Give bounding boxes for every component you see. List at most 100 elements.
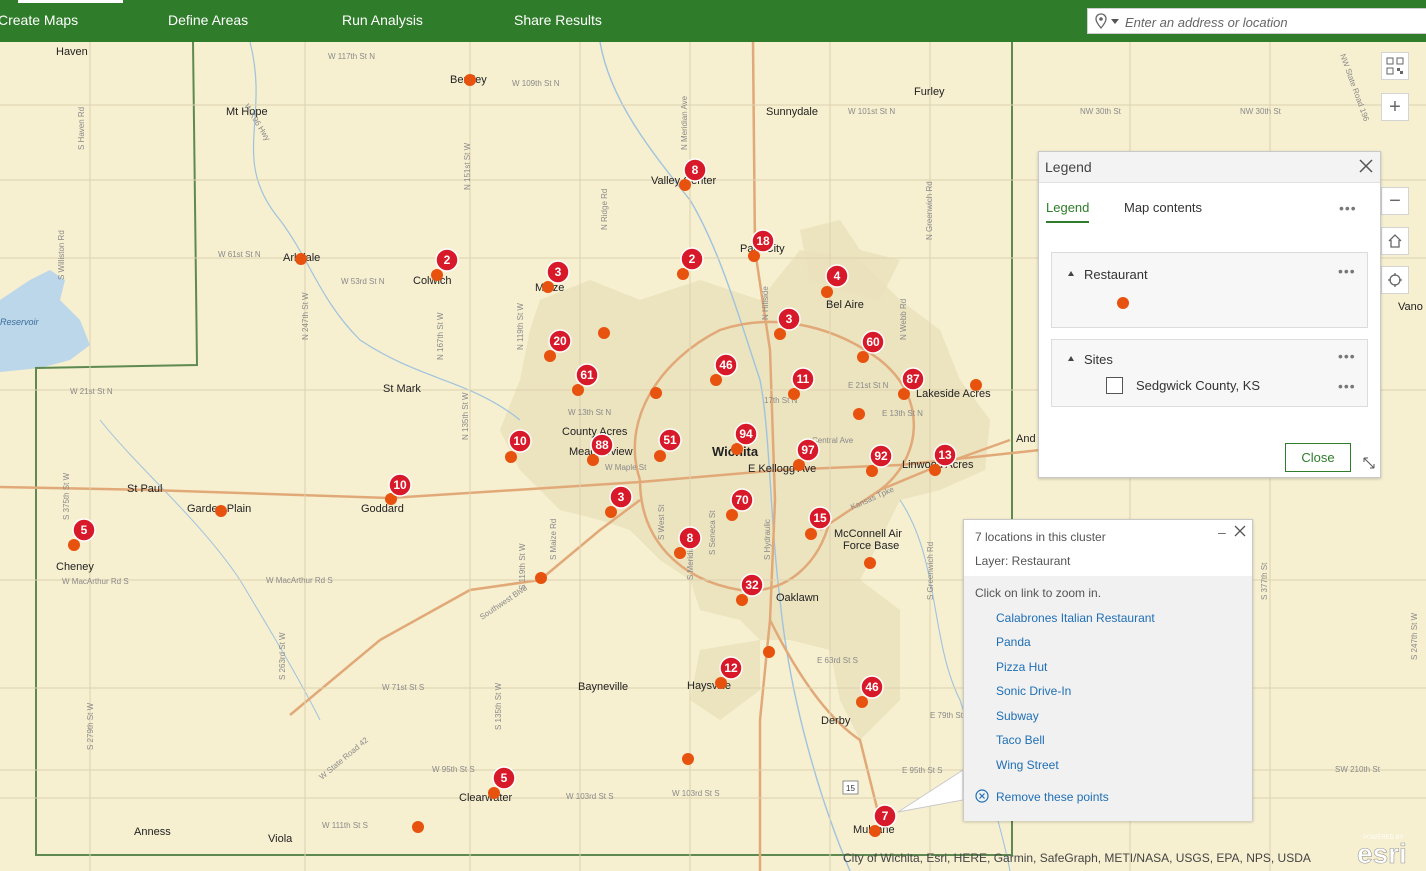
close-button[interactable]: Close <box>1285 443 1351 472</box>
tab-create-maps[interactable]: Create Maps <box>0 12 78 28</box>
restaurant-point[interactable] <box>864 557 876 569</box>
road-label: S Williston Rd <box>57 230 66 280</box>
restaurant-point[interactable] <box>731 443 743 455</box>
restaurant-link[interactable]: Taco Bell <box>996 733 1045 747</box>
close-icon[interactable] <box>1234 525 1246 537</box>
restaurant-point[interactable] <box>929 464 941 476</box>
place-label: Sunnydale <box>766 106 818 118</box>
tab-legend[interactable]: Legend <box>1046 200 1090 223</box>
restaurant-point[interactable] <box>654 450 666 462</box>
restaurant-point[interactable] <box>544 350 556 362</box>
restaurant-point[interactable] <box>535 572 547 584</box>
place-label: Anness <box>134 826 171 838</box>
road-label: W 71st St S <box>382 683 424 692</box>
restaurant-point[interactable] <box>677 268 689 280</box>
restaurant-point[interactable] <box>431 269 443 281</box>
cluster-count: 3 <box>786 312 793 326</box>
restaurant-point[interactable] <box>488 787 500 799</box>
more-options-icon[interactable]: ••• <box>1339 200 1357 216</box>
restaurant-point[interactable] <box>464 74 476 86</box>
restaurant-point[interactable] <box>726 509 738 521</box>
tab-map-contents[interactable]: Map contents <box>1124 200 1202 215</box>
road-label: N 167th St W <box>436 312 445 360</box>
tab-run-analysis[interactable]: Run Analysis <box>342 12 423 28</box>
restaurant-point[interactable] <box>869 825 881 837</box>
home-icon[interactable] <box>1381 227 1409 255</box>
restaurant-point[interactable] <box>805 528 817 540</box>
restaurant-point[interactable] <box>598 327 610 339</box>
restaurant-point[interactable] <box>788 388 800 400</box>
restaurant-link[interactable]: Calabrones Italian Restaurant <box>996 611 1155 625</box>
restaurant-point[interactable] <box>970 379 982 391</box>
road-label: W 101st St N <box>848 107 895 116</box>
restaurant-point[interactable] <box>853 408 865 420</box>
restaurant-point[interactable] <box>542 281 554 293</box>
restaurant-point[interactable] <box>793 459 805 471</box>
restaurant-point[interactable] <box>763 646 775 658</box>
restaurant-point[interactable] <box>748 250 760 262</box>
restaurant-point[interactable] <box>412 821 424 833</box>
collapse-triangle-icon[interactable] <box>1068 271 1074 276</box>
restaurant-point[interactable] <box>898 388 910 400</box>
restaurant-point[interactable] <box>587 454 599 466</box>
cluster-count: 32 <box>745 578 759 592</box>
close-icon[interactable] <box>1358 156 1374 176</box>
remove-points-link[interactable]: Remove these points <box>996 790 1109 804</box>
restaurant-link[interactable]: Subway <box>996 709 1039 723</box>
place-label: Force Base <box>843 540 899 552</box>
search-input[interactable] <box>1123 12 1426 32</box>
popup-layer: Layer: Restaurant <box>975 554 1071 568</box>
road-label: S 119th St W <box>518 543 527 590</box>
road-label: NW 30th St <box>1080 107 1122 116</box>
zoom-out-icon[interactable]: − <box>1381 187 1409 215</box>
restaurant-point[interactable] <box>856 696 868 708</box>
restaurant-point[interactable] <box>774 328 786 340</box>
restaurant-point[interactable] <box>674 547 686 559</box>
more-options-icon[interactable]: ••• <box>1338 263 1356 279</box>
zoom-in-icon[interactable]: + <box>1381 93 1409 121</box>
qr-grid-icon[interactable] <box>1381 52 1409 80</box>
restaurant-point[interactable] <box>821 286 833 298</box>
road-label: W MacArthur Rd S <box>62 577 129 586</box>
cluster-count: 87 <box>906 372 920 386</box>
restaurant-link[interactable]: Wing Street <box>996 758 1059 772</box>
restaurant-link[interactable]: Sonic Drive-In <box>996 684 1071 698</box>
cluster-count: 5 <box>501 771 508 785</box>
chevron-down-icon[interactable] <box>1111 19 1119 24</box>
locate-icon[interactable] <box>1381 266 1409 294</box>
restaurant-point[interactable] <box>866 465 878 477</box>
restaurant-point[interactable] <box>715 677 727 689</box>
cluster-count: 20 <box>553 334 567 348</box>
more-options-icon[interactable]: ••• <box>1338 378 1356 394</box>
minimize-icon[interactable]: – <box>1218 524 1226 540</box>
restaurant-point[interactable] <box>605 506 617 518</box>
restaurant-point[interactable] <box>215 505 227 517</box>
tab-share-results[interactable]: Share Results <box>514 12 602 28</box>
location-search-box <box>1087 8 1426 34</box>
resize-handle-icon[interactable] <box>1362 456 1376 470</box>
road-label: S Hydraulic <box>763 519 772 560</box>
road-label: W 53rd St N <box>341 277 385 286</box>
cluster-count: 94 <box>739 427 753 441</box>
place-label: Viola <box>268 833 293 845</box>
restaurant-point[interactable] <box>505 451 517 463</box>
remove-circle-icon[interactable] <box>975 789 989 803</box>
restaurant-point[interactable] <box>736 594 748 606</box>
more-options-icon[interactable]: ••• <box>1338 348 1356 364</box>
restaurant-link[interactable]: Pizza Hut <box>996 660 1047 674</box>
restaurant-point[interactable] <box>710 374 722 386</box>
restaurant-point[interactable] <box>68 539 80 551</box>
restaurant-point[interactable] <box>295 253 307 265</box>
restaurant-point[interactable] <box>650 387 662 399</box>
road-label: N Greenwich Rd <box>925 181 934 240</box>
location-pin-icon[interactable] <box>1094 13 1108 29</box>
restaurant-link[interactable]: Panda <box>996 635 1031 649</box>
tab-define-areas[interactable]: Define Areas <box>168 12 248 28</box>
restaurant-point[interactable] <box>857 351 869 363</box>
collapse-triangle-icon[interactable] <box>1068 356 1074 361</box>
restaurant-symbol-icon <box>1117 297 1129 309</box>
road-label: W MacArthur Rd S <box>266 576 333 585</box>
restaurant-point[interactable] <box>572 384 584 396</box>
restaurant-point[interactable] <box>682 753 694 765</box>
restaurant-point[interactable] <box>679 179 691 191</box>
